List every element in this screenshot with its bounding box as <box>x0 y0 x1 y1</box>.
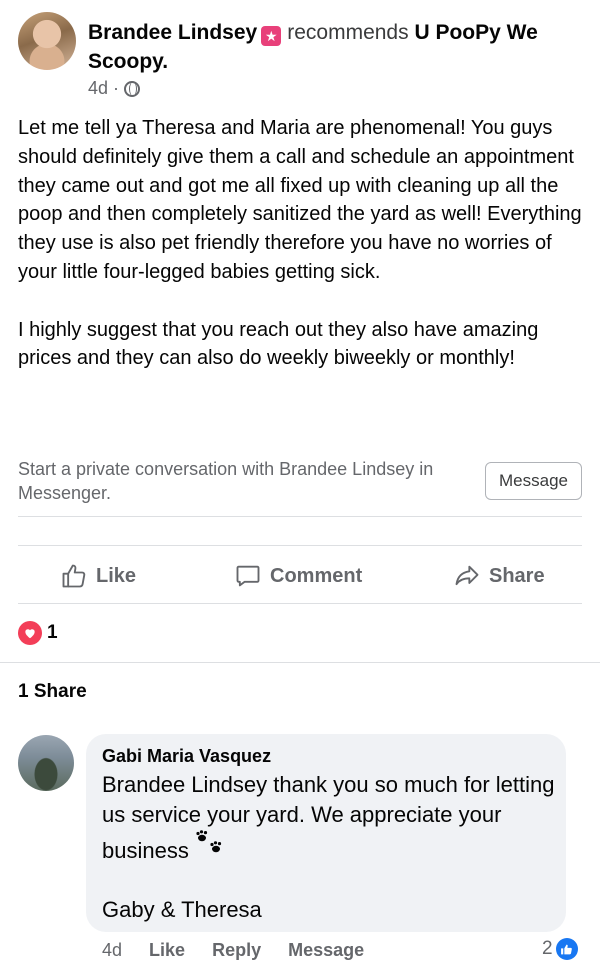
reaction-summary[interactable]: 1 <box>18 621 58 645</box>
share-arrow-icon <box>455 565 479 586</box>
page-name-suffix: . <box>162 50 169 73</box>
comment-text: Brandee Lindsey thank you so much for le… <box>102 770 557 866</box>
post-header: Brandee Lindsey ★ recommends U PooPy We Sc… <box>88 18 578 76</box>
like-button[interactable]: Like <box>60 558 136 594</box>
comment-button[interactable]: Comment <box>234 558 362 594</box>
reaction-count: 1 <box>47 622 58 643</box>
star-icon: ★ <box>261 26 282 46</box>
like-label: Like <box>96 564 137 587</box>
share-button[interactable]: Share <box>453 558 545 594</box>
divider <box>18 516 582 517</box>
comment-like-count[interactable]: 2 <box>542 938 578 960</box>
speech-bubble-icon <box>236 565 260 587</box>
comment-bubble: Gabi Maria Vasquez Brandee Lindsey thank… <box>86 734 566 932</box>
author-avatar[interactable] <box>18 12 76 70</box>
comment-like-number: 2 <box>542 938 553 959</box>
comment-label: Comment <box>270 564 363 587</box>
divider <box>0 662 600 663</box>
post-paragraph: I highly suggest that you reach out they… <box>18 318 539 370</box>
meta-separator: · <box>113 78 120 98</box>
post-meta: 4d · <box>88 78 141 99</box>
thumbs-up-icon <box>555 938 578 960</box>
comment-age[interactable]: 4d <box>102 940 122 960</box>
divider <box>18 603 582 604</box>
commenter-avatar[interactable] <box>18 735 74 791</box>
share-label: Share <box>489 564 545 587</box>
commenter-name[interactable]: Gabi Maria Vasquez <box>102 746 271 767</box>
message-button[interactable]: Message <box>485 462 582 500</box>
action-bar: Like Comment Share <box>0 558 600 594</box>
messenger-prompt: Start a private conversation with Brande… <box>18 459 434 503</box>
recommends-label: recommends <box>287 21 409 44</box>
comment-message-link[interactable]: Message <box>288 940 364 960</box>
divider <box>18 545 582 546</box>
thumbs-up-icon <box>62 564 86 588</box>
globe-icon <box>124 81 141 97</box>
comment-body: Brandee Lindsey thank you so much for le… <box>102 772 555 863</box>
shares-count[interactable]: 1 Share <box>18 681 87 703</box>
comment-reply-link[interactable]: Reply <box>212 940 261 960</box>
paw-prints-icon <box>195 830 225 864</box>
post-body: Let me tell ya Theresa and Maria are phe… <box>18 114 583 373</box>
comment-signoff: Gaby & Theresa <box>102 897 262 922</box>
post-age[interactable]: 4d <box>88 78 108 98</box>
comment-like-link[interactable]: Like <box>149 940 185 960</box>
author-name[interactable]: Brandee Lindsey <box>88 21 257 44</box>
heart-icon <box>18 621 42 645</box>
post-paragraph: Let me tell ya Theresa and Maria are phe… <box>18 117 582 283</box>
